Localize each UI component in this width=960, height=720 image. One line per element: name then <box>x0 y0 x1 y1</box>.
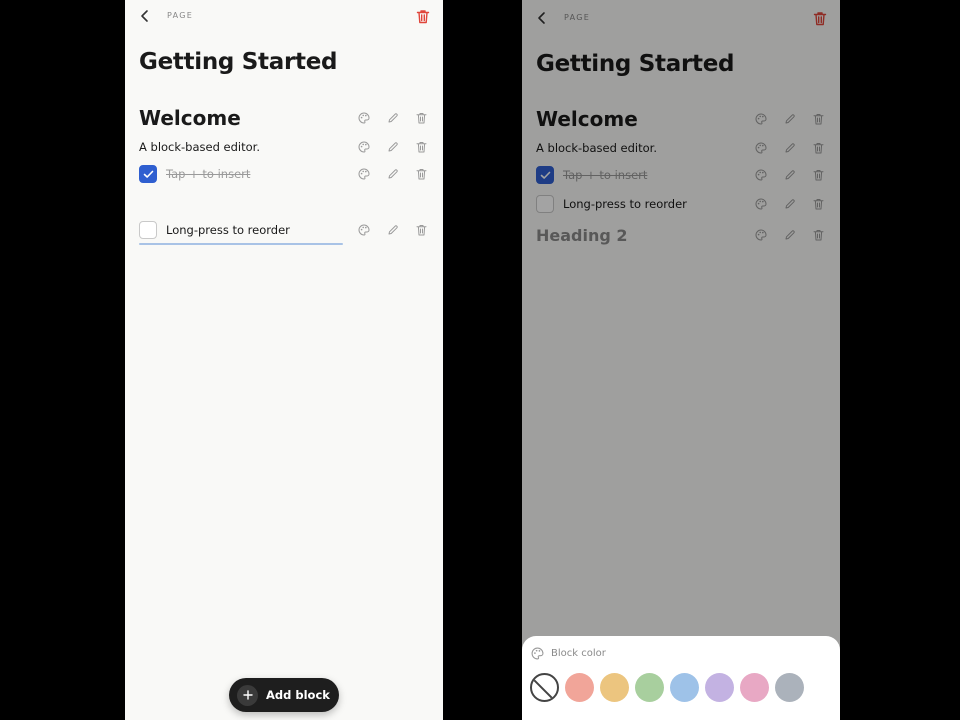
swatch-gray[interactable] <box>775 673 804 702</box>
block-delete-button[interactable] <box>407 134 436 160</box>
plus-icon <box>237 684 258 706</box>
todo-checkbox[interactable] <box>139 221 157 239</box>
focus-underline <box>139 243 343 245</box>
swatch-none[interactable] <box>530 673 559 702</box>
page-title[interactable]: Getting Started <box>139 49 337 75</box>
block-edit-button[interactable] <box>378 105 407 131</box>
palette-icon <box>358 224 370 236</box>
block-color-button[interactable] <box>349 134 378 160</box>
block-color-sheet: Block color <box>522 636 840 720</box>
modal-scrim[interactable] <box>522 0 840 720</box>
block-delete-button[interactable] <box>407 105 436 131</box>
palette-icon <box>358 112 370 124</box>
swatch-yellow[interactable] <box>600 673 629 702</box>
pencil-icon <box>388 225 398 235</box>
block-color-button[interactable] <box>349 217 378 243</box>
block-todo-focused[interactable]: Long-press to reorder <box>125 217 443 243</box>
block-edit-button[interactable] <box>378 217 407 243</box>
pencil-icon <box>388 142 398 152</box>
block-color-button[interactable] <box>349 105 378 131</box>
chevron-left-icon <box>141 10 148 22</box>
swatch-purple[interactable] <box>705 673 734 702</box>
swatch-red[interactable] <box>565 673 594 702</box>
swatch-blue[interactable] <box>670 673 699 702</box>
block-delete-button[interactable] <box>407 161 436 187</box>
block-delete-button[interactable] <box>407 217 436 243</box>
block-heading1[interactable]: Welcome <box>125 105 443 131</box>
check-icon <box>143 170 153 178</box>
block-todo[interactable]: Tap + to insert <box>125 161 443 187</box>
pencil-icon <box>388 113 398 123</box>
add-block-label: Add block <box>266 688 330 702</box>
swatch-pink[interactable] <box>740 673 769 702</box>
trash-icon <box>416 113 427 124</box>
palette-icon <box>358 168 370 180</box>
block-edit-button[interactable] <box>378 134 407 160</box>
sheet-header: Block color <box>531 647 606 660</box>
back-button[interactable] <box>135 6 155 26</box>
block-text[interactable]: Tap + to insert <box>166 167 250 181</box>
page-label: PAGE <box>167 11 194 20</box>
block-color-button[interactable] <box>349 161 378 187</box>
add-block-button[interactable]: Add block <box>229 678 339 712</box>
trash-icon <box>416 225 427 236</box>
top-bar: PAGE <box>125 0 443 34</box>
palette-icon <box>531 647 544 660</box>
block-edit-button[interactable] <box>378 161 407 187</box>
trash-icon <box>416 169 427 180</box>
trash-icon <box>416 142 427 153</box>
delete-page-button[interactable] <box>413 6 433 26</box>
block-text[interactable]: Welcome <box>139 106 241 130</box>
pencil-icon <box>388 169 398 179</box>
editor-screen-color-sheet: PAGE Getting Started Welcome A block-bas… <box>522 0 840 720</box>
editor-screen: PAGE Getting Started Welcome A block-bas… <box>125 0 443 720</box>
block-text[interactable]: Long-press to reorder <box>166 223 290 237</box>
sheet-title: Block color <box>551 648 606 659</box>
trash-icon <box>416 9 430 23</box>
swatch-green[interactable] <box>635 673 664 702</box>
color-swatches <box>530 673 810 702</box>
block-paragraph[interactable]: A block-based editor. <box>125 134 443 160</box>
todo-checkbox[interactable] <box>139 165 157 183</box>
block-text[interactable]: A block-based editor. <box>139 140 260 154</box>
palette-icon <box>358 141 370 153</box>
